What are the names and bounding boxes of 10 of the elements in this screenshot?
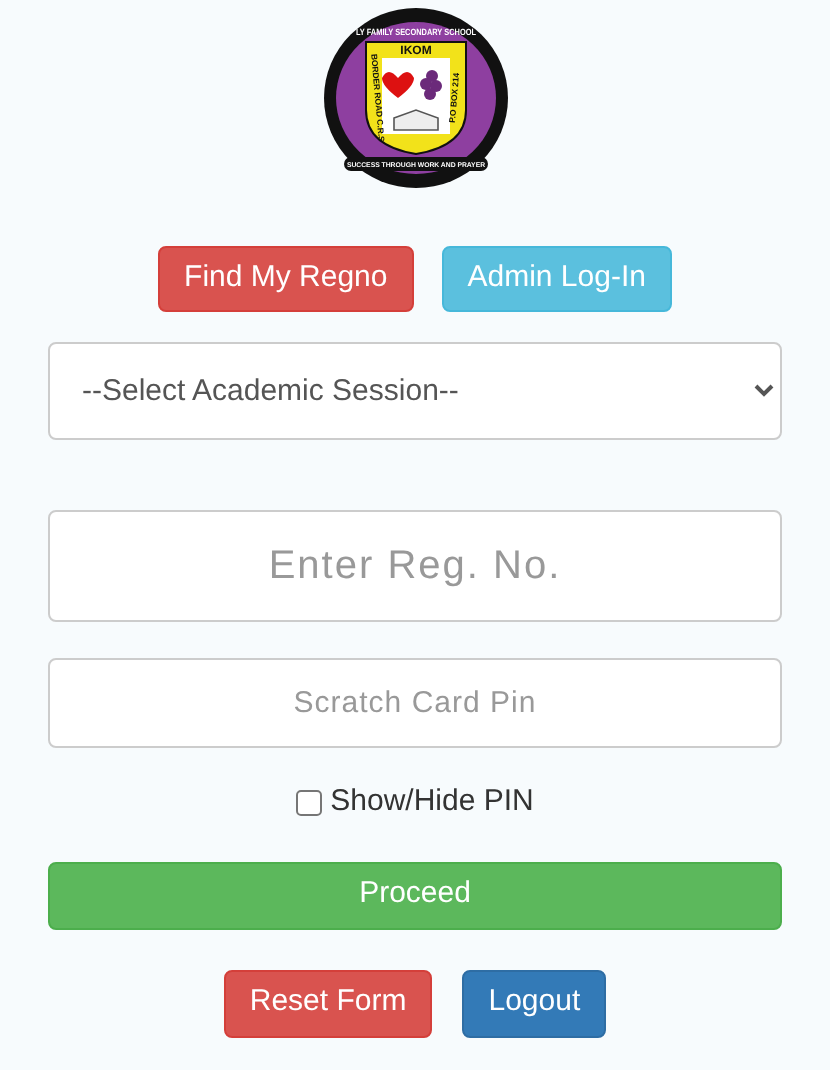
show-pin-label: Show/Hide PIN	[330, 782, 534, 822]
pin-field[interactable]: Scratch Card Pin	[48, 658, 782, 748]
action-button[interactable]: Reset Form	[223, 969, 433, 1037]
action-button[interactable]: Find My Regno	[158, 246, 414, 312]
action-button[interactable]: Logout	[462, 969, 607, 1037]
proceed-button[interactable]: Proceed	[48, 861, 782, 929]
action-button[interactable]: Admin Log-In	[441, 246, 672, 312]
reg-number-field[interactable]: Enter Reg. No.	[48, 510, 782, 622]
show-pin-checkbox[interactable]	[296, 789, 323, 816]
session-select[interactable]: --Select Academic Session--	[48, 342, 782, 440]
